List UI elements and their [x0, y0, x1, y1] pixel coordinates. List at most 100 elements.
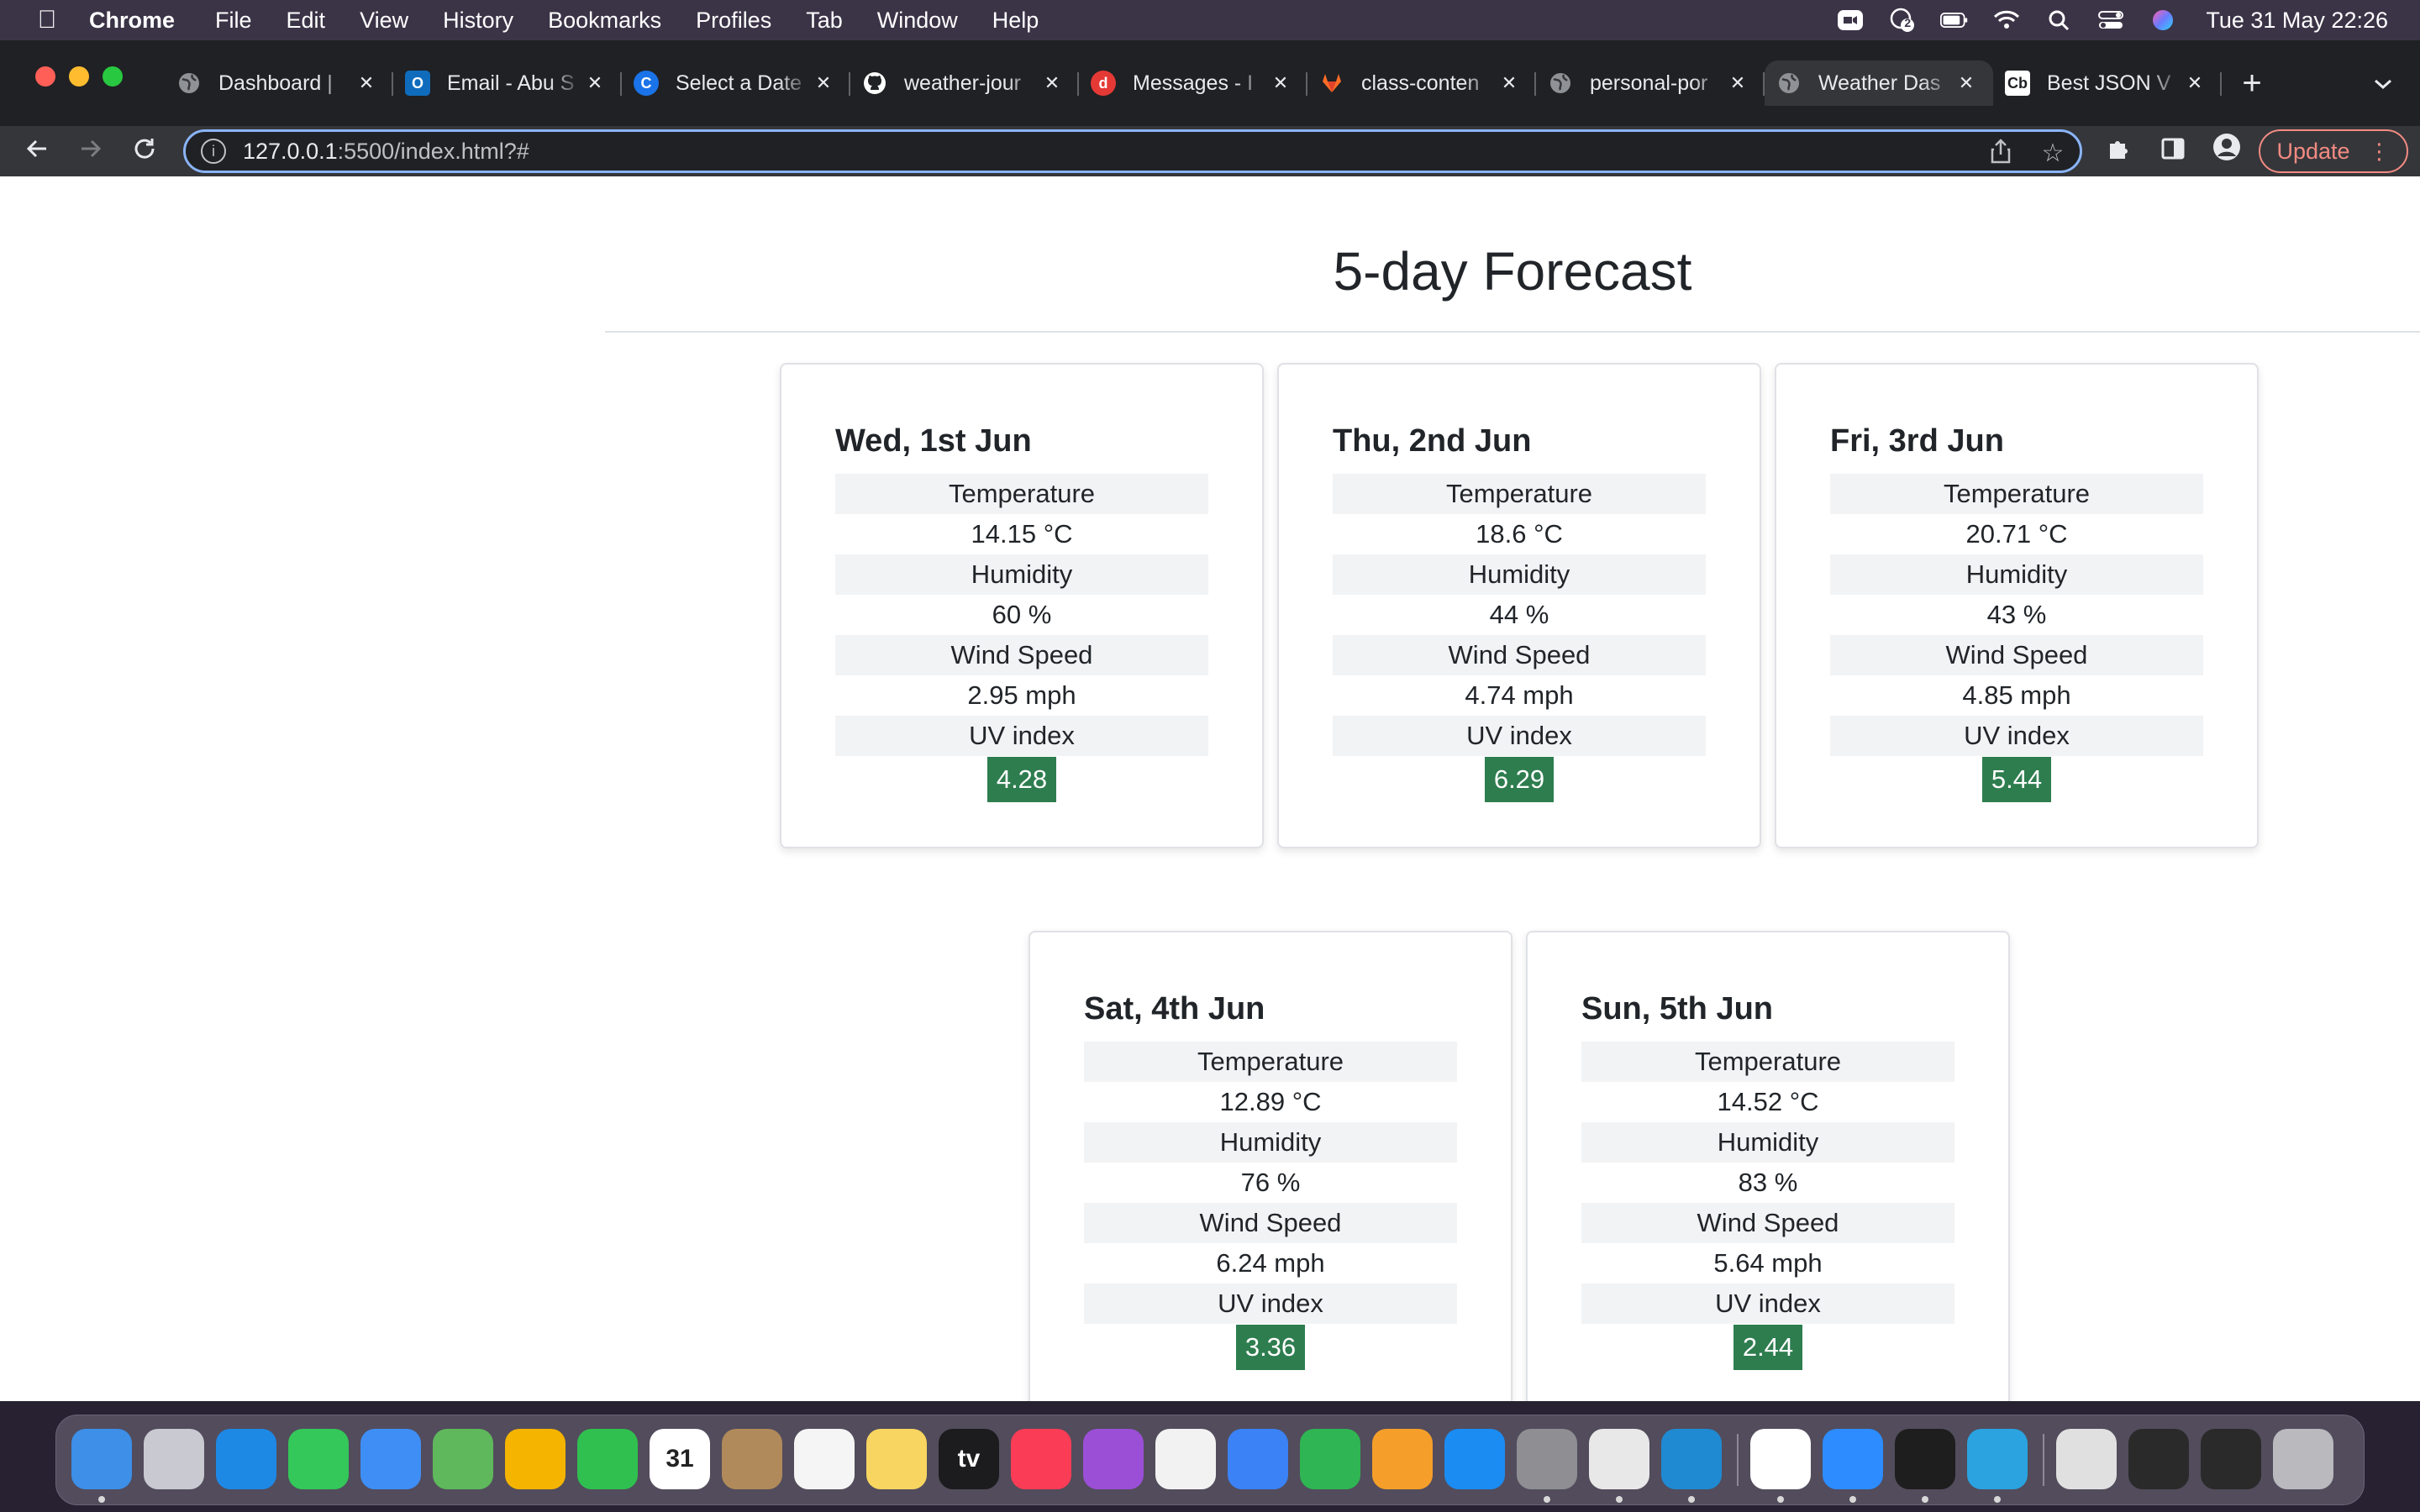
calendar-icon[interactable]: 31: [650, 1429, 710, 1489]
forecast-card: Fri, 3rd Jun Temperature 20.71 °C Humidity 4…: [1775, 363, 2259, 848]
running-indicator: [1688, 1496, 1695, 1503]
slack-icon[interactable]: [1750, 1429, 1811, 1489]
globe-icon: [1776, 71, 1802, 96]
tab-close-icon[interactable]: ✕: [1269, 72, 1292, 94]
zoom-icon[interactable]: [1823, 1429, 1883, 1489]
minimize-window-button[interactable]: [69, 66, 89, 87]
trash-icon[interactable]: [2273, 1429, 2333, 1489]
menu-profiles[interactable]: Profiles: [696, 8, 771, 34]
tab-6[interactable]: personal-por ✕: [1536, 60, 1765, 106]
profile-avatar-icon[interactable]: [2208, 133, 2245, 170]
label-wind: Wind Speed: [1084, 1203, 1457, 1243]
label-temperature: Temperature: [835, 474, 1208, 514]
document-icon[interactable]: [2056, 1429, 2117, 1489]
address-bar[interactable]: i 127.0.0.1:5500/index.html?# ☆: [183, 129, 2082, 173]
spotlight-search-icon[interactable]: [2044, 8, 2073, 33]
uv-index-wrapper: 6.29: [1333, 756, 1706, 803]
forecast-day: Wed, 1st Jun: [835, 423, 1032, 459]
label-uv: UV index: [1581, 1284, 1954, 1324]
menu-bookmarks[interactable]: Bookmarks: [548, 8, 661, 34]
maps-icon[interactable]: [433, 1429, 493, 1489]
tab-1[interactable]: O Email - Abu S ✕: [393, 60, 622, 106]
tab-2[interactable]: C Select a Date ✕: [622, 60, 850, 106]
address-url: 127.0.0.1:5500/index.html?#: [243, 139, 529, 165]
system-preferences-icon[interactable]: [1517, 1429, 1577, 1489]
forward-arrow-icon[interactable]: [71, 131, 111, 171]
mail-icon[interactable]: [360, 1429, 421, 1489]
tab-7[interactable]: Weather Das ✕: [1765, 60, 1993, 106]
apple-menu-icon[interactable]: : [32, 6, 62, 34]
facetime-icon[interactable]: [577, 1429, 638, 1489]
terminal-icon[interactable]: [1895, 1429, 1955, 1489]
wifi-icon[interactable]: [1992, 8, 2021, 33]
tab-5[interactable]: class-conten ✕: [1307, 60, 1536, 106]
messages-app-icon[interactable]: [288, 1429, 349, 1489]
site-info-icon[interactable]: i: [201, 139, 226, 164]
finder-icon[interactable]: [71, 1429, 132, 1489]
window-thumbnail-icon[interactable]: [2128, 1429, 2189, 1489]
tab-8[interactable]: Cb Best JSON V ✕: [1993, 60, 2222, 106]
share-icon[interactable]: [1986, 139, 2016, 169]
tab-close-icon[interactable]: ✕: [1954, 72, 1978, 94]
tab-close-icon[interactable]: ✕: [583, 72, 607, 94]
menu-view[interactable]: View: [360, 8, 408, 34]
tab-search-chevron-icon[interactable]: [2366, 60, 2400, 106]
back-arrow-icon[interactable]: [17, 131, 57, 171]
menu-window[interactable]: Window: [877, 8, 958, 34]
telegram-icon[interactable]: [1967, 1429, 2028, 1489]
tab-title: Dashboard |: [218, 71, 333, 95]
maximize-window-button[interactable]: [103, 66, 123, 87]
safari-icon[interactable]: [216, 1429, 276, 1489]
menu-tab[interactable]: Tab: [806, 8, 843, 34]
bookmark-star-icon[interactable]: ☆: [2038, 139, 2068, 169]
tab-4[interactable]: d Messages - I ✕: [1079, 60, 1307, 106]
notes-icon[interactable]: [866, 1429, 927, 1489]
tab-close-icon[interactable]: ✕: [355, 72, 378, 94]
side-panel-icon[interactable]: [2154, 133, 2191, 170]
tab-close-icon[interactable]: ✕: [1726, 72, 1749, 94]
tab-3[interactable]: weather-jour ✕: [850, 60, 1079, 106]
reload-icon[interactable]: [124, 131, 165, 171]
menu-file[interactable]: File: [215, 8, 252, 34]
page-viewport: 5-day Forecast Wed, 1st Jun Temperature 14…: [0, 176, 2420, 1443]
menu-help[interactable]: Help: [992, 8, 1039, 34]
podcasts-icon[interactable]: [1083, 1429, 1144, 1489]
tab-close-icon[interactable]: ✕: [2183, 72, 2207, 94]
extensions-puzzle-icon[interactable]: [2101, 133, 2138, 170]
menu-clock[interactable]: Tue 31 May 22:26: [2206, 8, 2388, 34]
close-window-button[interactable]: [35, 66, 55, 87]
siri-icon[interactable]: [2149, 8, 2177, 33]
update-button[interactable]: Update ⋮: [2259, 129, 2408, 173]
keynote-icon[interactable]: [1228, 1429, 1288, 1489]
window-thumbnail-icon[interactable]: [2201, 1429, 2261, 1489]
menu-app-name[interactable]: Chrome: [89, 8, 175, 34]
music-icon[interactable]: [1011, 1429, 1071, 1489]
launchpad-icon[interactable]: [144, 1429, 204, 1489]
vscode-icon[interactable]: [1661, 1429, 1722, 1489]
photos-icon[interactable]: [505, 1429, 566, 1489]
news-icon[interactable]: [1155, 1429, 1216, 1489]
control-center-icon[interactable]: [2096, 8, 2125, 33]
label-wind: Wind Speed: [1581, 1203, 1954, 1243]
tab-0[interactable]: Dashboard | ✕: [165, 60, 393, 106]
new-tab-button[interactable]: +: [2235, 60, 2269, 106]
menu-history[interactable]: History: [443, 8, 513, 34]
numbers-icon[interactable]: [1300, 1429, 1360, 1489]
tab-close-icon[interactable]: ✕: [1040, 72, 1064, 94]
contacts-icon[interactable]: [722, 1429, 782, 1489]
zoom-status-icon[interactable]: [1836, 8, 1865, 33]
tab-title: personal-por: [1590, 71, 1708, 95]
label-uv: UV index: [1830, 716, 2203, 756]
tab-close-icon[interactable]: ✕: [812, 72, 835, 94]
reminders-icon[interactable]: [794, 1429, 855, 1489]
menu-edit[interactable]: Edit: [287, 8, 326, 34]
forecast-card: Sat, 4th Jun Temperature 12.89 °C Humidity 7…: [1028, 931, 1512, 1416]
battery-icon[interactable]: [1940, 8, 1969, 33]
chrome-icon[interactable]: [1589, 1429, 1649, 1489]
app-store-icon[interactable]: [1444, 1429, 1505, 1489]
tab-close-icon[interactable]: ✕: [1497, 72, 1521, 94]
pages-icon[interactable]: [1372, 1429, 1433, 1489]
more-menu-icon[interactable]: ⋮: [2369, 140, 2391, 162]
notification-badge-icon[interactable]: 2: [1888, 8, 1917, 33]
tv-icon[interactable]: tv: [939, 1429, 999, 1489]
